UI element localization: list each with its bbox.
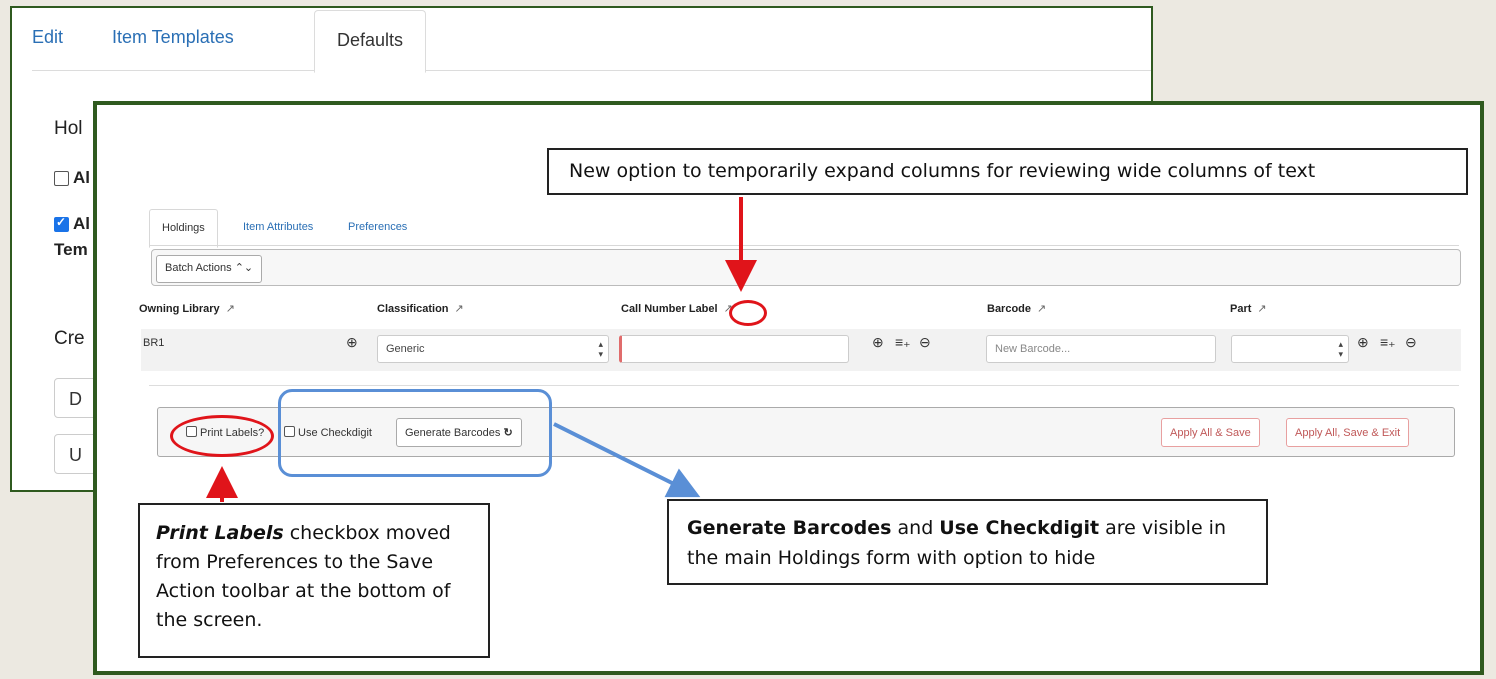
callout-bold-use-checkdigit: Use Checkdigit xyxy=(939,517,1100,539)
callout-generate-barcodes: Generate Barcodes and Use Checkdigit are… xyxy=(667,499,1268,585)
callout-bold-generate-barcodes: Generate Barcodes xyxy=(687,517,892,539)
callout-print-labels-bold: Print Labels xyxy=(156,522,284,544)
arrow-blue xyxy=(553,422,701,498)
callout-and: and xyxy=(891,517,940,539)
callout-print-labels: Print Labels checkbox moved from Prefere… xyxy=(138,503,490,658)
